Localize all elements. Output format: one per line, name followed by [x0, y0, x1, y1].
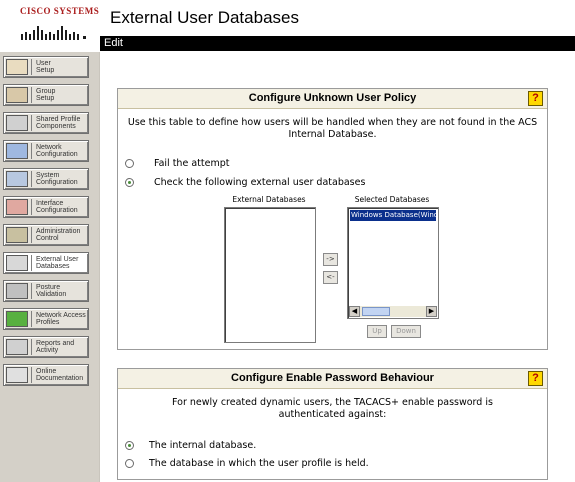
- group-setup-icon: [6, 87, 28, 103]
- internal-database-label: The internal database.: [149, 440, 257, 451]
- nav-system-configuration[interactable]: System Configuration: [3, 168, 89, 190]
- documentation-icon: [6, 367, 28, 383]
- network-access-icon: [6, 311, 28, 327]
- up-button[interactable]: Up: [367, 325, 387, 338]
- nav-user-setup[interactable]: User Setup: [3, 56, 89, 78]
- nav-online-documentation[interactable]: Online Documentation: [3, 364, 89, 386]
- selected-databases-list[interactable]: Windows Database(Windo ◀ ▶: [347, 207, 439, 319]
- enable-password-description: For newly created dynamic users, the TAC…: [172, 397, 493, 420]
- nav-administration-control[interactable]: Administration Control: [3, 224, 89, 246]
- user-setup-icon: [6, 59, 28, 75]
- unknown-user-policy-title: Configure Unknown User Policy: [248, 92, 417, 104]
- enable-password-title: Configure Enable Password Behaviour: [231, 372, 434, 384]
- profile-database-radio[interactable]: [125, 459, 134, 468]
- move-right-button[interactable]: ->: [323, 253, 338, 266]
- unknown-user-policy-header: Configure Unknown User Policy ?: [118, 89, 547, 109]
- external-databases-caption: External Databases: [232, 195, 306, 204]
- menu-bar: Edit: [100, 36, 575, 51]
- check-external-option[interactable]: Check the following external user databa…: [125, 177, 365, 188]
- system-config-icon: [6, 171, 28, 187]
- move-left-button[interactable]: <-: [323, 271, 338, 284]
- fail-attempt-label: Fail the attempt: [154, 158, 230, 169]
- cisco-logo-icon: [21, 26, 86, 40]
- network-config-icon: [6, 143, 28, 159]
- profile-database-option[interactable]: The database in which the user profile i…: [125, 458, 369, 469]
- unknown-user-policy-panel: Configure Unknown User Policy ? Use this…: [117, 88, 548, 350]
- check-external-radio[interactable]: [125, 178, 134, 187]
- profile-database-label: The database in which the user profile i…: [149, 458, 369, 469]
- selected-database-item[interactable]: Windows Database(Windo: [350, 210, 436, 221]
- external-db-icon: [6, 255, 28, 271]
- nav-shared-profile[interactable]: Shared Profile Components: [3, 112, 89, 134]
- selected-list-scrollbar[interactable]: ◀ ▶: [349, 306, 437, 317]
- enable-password-panel: Configure Enable Password Behaviour ? Fo…: [117, 368, 548, 480]
- interface-config-icon: [6, 199, 28, 215]
- shared-profile-icon: [6, 115, 28, 131]
- internal-database-option[interactable]: The internal database.: [125, 440, 256, 451]
- logo-area: Cisco Systems: [0, 0, 100, 52]
- menu-edit[interactable]: Edit: [104, 37, 123, 49]
- internal-database-radio[interactable]: [125, 441, 134, 450]
- posture-validation-icon: [6, 283, 28, 299]
- check-external-label: Check the following external user databa…: [154, 177, 366, 188]
- nav-group-setup[interactable]: Group Setup: [3, 84, 89, 106]
- selected-databases-caption: Selected Databases: [354, 195, 430, 204]
- nav-reports-activity[interactable]: Reports and Activity: [3, 336, 89, 358]
- sidebar-nav: User Setup Group Setup Shared Profile Co…: [0, 52, 100, 482]
- nav-posture-validation[interactable]: Posture Validation: [3, 280, 89, 302]
- help-icon[interactable]: ?: [528, 371, 543, 386]
- help-icon[interactable]: ?: [528, 91, 543, 106]
- page-title: External User Databases: [110, 8, 299, 27]
- scroll-thumb[interactable]: [362, 307, 390, 316]
- unknown-user-policy-description: Use this table to define how users will …: [127, 117, 538, 140]
- external-databases-list[interactable]: [224, 207, 316, 343]
- nav-network-access-profiles[interactable]: Network Access Profiles: [3, 308, 89, 330]
- scroll-left-icon[interactable]: ◀: [349, 306, 360, 317]
- app-root: Cisco Systems User Setup Group Setup: [0, 0, 575, 482]
- cisco-logo-text: Cisco Systems: [20, 6, 100, 16]
- admin-control-icon: [6, 227, 28, 243]
- nav-network-configuration[interactable]: Network Configuration: [3, 140, 89, 162]
- reports-icon: [6, 339, 28, 355]
- down-button[interactable]: Down: [391, 325, 421, 338]
- scroll-right-icon[interactable]: ▶: [426, 306, 437, 317]
- nav-interface-configuration[interactable]: Interface Configuration: [3, 196, 89, 218]
- fail-attempt-option[interactable]: Fail the attempt: [125, 158, 229, 169]
- fail-attempt-radio[interactable]: [125, 159, 134, 168]
- enable-password-header: Configure Enable Password Behaviour ?: [118, 369, 547, 389]
- nav-external-user-databases[interactable]: External User Databases: [3, 252, 89, 274]
